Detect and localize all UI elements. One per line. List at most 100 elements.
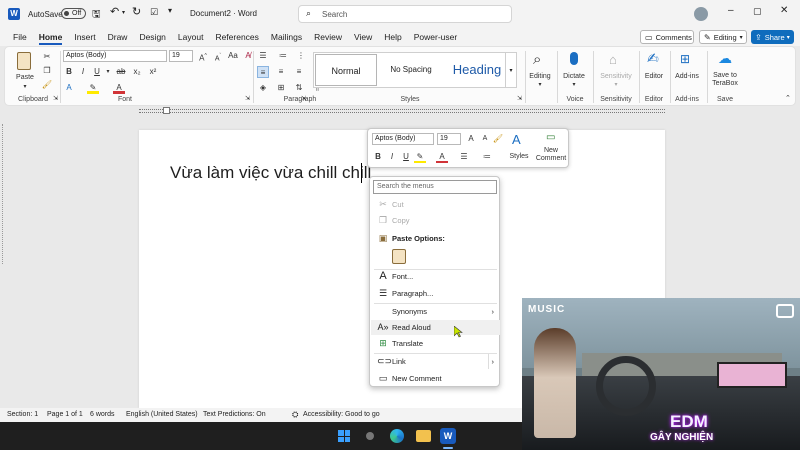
menu-cut[interactable]: ✂ Cut bbox=[371, 197, 500, 212]
strikethrough-icon[interactable]: ab bbox=[115, 66, 127, 78]
save-to-terabox-button[interactable]: ☁ Save to TeraBox bbox=[709, 50, 741, 92]
redo-icon[interactable]: ↻ bbox=[132, 5, 141, 18]
bold-icon[interactable]: B bbox=[63, 66, 75, 78]
editor-button[interactable]: ✍ Editor bbox=[641, 50, 667, 92]
video-overlay[interactable]: MUSIC EDM GÂY NGHIỆN bbox=[522, 298, 800, 450]
tab-design[interactable]: Design bbox=[133, 29, 171, 46]
format-painter-icon[interactable]: 🖌 bbox=[492, 133, 504, 145]
word-taskbar-icon[interactable]: W bbox=[440, 428, 456, 444]
new-comment-button[interactable]: ▭ New Comment bbox=[534, 131, 568, 167]
search-box[interactable]: ⌕ Search bbox=[298, 5, 512, 23]
font-size-field[interactable]: 19 bbox=[169, 50, 193, 62]
comments-button[interactable]: ▭ Comments bbox=[640, 30, 694, 44]
italic-icon[interactable]: I bbox=[77, 66, 89, 78]
save-icon[interactable]: 🖫 bbox=[92, 7, 101, 24]
tab-home[interactable]: Home bbox=[33, 29, 69, 46]
style-no-spacing[interactable]: No Spacing bbox=[380, 54, 442, 86]
tab-power-user[interactable]: Power-user bbox=[408, 29, 463, 46]
italic-icon[interactable]: I bbox=[386, 151, 398, 163]
customize-qat-icon[interactable]: ▾ bbox=[168, 6, 172, 15]
numbering-icon[interactable]: ≔ bbox=[277, 50, 289, 62]
clipboard-launcher-icon[interactable]: ⇲ bbox=[53, 95, 58, 102]
menu-read-aloud[interactable]: A» Read Aloud bbox=[371, 320, 500, 335]
copy-icon[interactable]: ❐ bbox=[41, 65, 53, 77]
chevron-down-icon[interactable]: ▾ bbox=[102, 66, 114, 78]
align-center-icon[interactable]: ≡ bbox=[275, 66, 287, 78]
status-section[interactable]: Section: 1 bbox=[7, 411, 38, 418]
font-color-icon[interactable]: A bbox=[436, 151, 448, 163]
menu-search-field[interactable]: Search the menus bbox=[373, 180, 497, 194]
bullets-icon[interactable]: ☰ bbox=[257, 50, 269, 62]
subscript-icon[interactable]: x₂ bbox=[131, 66, 143, 78]
underline-icon[interactable]: U bbox=[400, 151, 412, 163]
text-effects-icon[interactable]: A bbox=[63, 82, 75, 94]
undo-icon[interactable]: ↶ bbox=[110, 5, 119, 18]
horizontal-ruler[interactable] bbox=[0, 106, 800, 116]
highlight-icon[interactable]: ✎ bbox=[414, 151, 426, 163]
editing-mode-button[interactable]: ✎ Editing ▾ bbox=[699, 30, 747, 44]
collapse-ribbon-icon[interactable]: ⌃ bbox=[785, 94, 791, 102]
indent-marker[interactable] bbox=[163, 107, 170, 114]
status-language[interactable]: English (United States) bbox=[126, 411, 198, 418]
avatar[interactable] bbox=[694, 7, 708, 21]
menu-link[interactable]: ⊂⊃ Link › bbox=[371, 354, 500, 369]
dictate-button[interactable]: Dictate ▾ bbox=[560, 50, 588, 92]
mini-font-field[interactable]: Aptos (Body) bbox=[372, 133, 434, 145]
styles-launcher-icon[interactable]: ⇲ bbox=[517, 95, 522, 102]
format-painter-icon[interactable]: ☑ bbox=[150, 7, 158, 18]
search-taskbar-icon[interactable] bbox=[366, 432, 374, 440]
status-accessibility[interactable]: Accessibility: Good to go bbox=[303, 411, 380, 418]
shrink-font-icon[interactable]: A bbox=[479, 133, 491, 145]
change-case-icon[interactable]: Aa bbox=[227, 50, 239, 62]
grow-font-icon[interactable]: A bbox=[465, 133, 477, 145]
multilevel-list-icon[interactable]: ⋮ bbox=[295, 50, 307, 62]
numbering-icon[interactable]: ≔ bbox=[481, 151, 493, 163]
shrink-font-icon[interactable]: Aˇ bbox=[212, 50, 224, 62]
status-predictions[interactable]: Text Predictions: On bbox=[203, 411, 266, 418]
paragraph-launcher-icon[interactable]: ⇲ bbox=[301, 95, 306, 102]
windows-start-icon[interactable] bbox=[338, 430, 350, 442]
grow-font-icon[interactable]: A^ bbox=[197, 50, 209, 63]
menu-synonyms[interactable]: Synonyms › bbox=[371, 304, 500, 319]
status-page[interactable]: Page 1 of 1 bbox=[47, 411, 83, 418]
format-painter-icon[interactable]: 🖌 bbox=[41, 79, 53, 91]
sort-icon[interactable]: ⇅ bbox=[293, 82, 305, 94]
addins-button[interactable]: ⊞ Add-ins bbox=[672, 50, 702, 92]
bullets-icon[interactable]: ☰ bbox=[458, 151, 470, 163]
close-icon[interactable]: ✕ bbox=[780, 5, 788, 16]
menu-translate[interactable]: ⊞ Translate bbox=[371, 336, 500, 351]
tab-review[interactable]: Review bbox=[308, 29, 348, 46]
menu-paragraph[interactable]: ☰ Paragraph... bbox=[371, 286, 500, 301]
highlight-icon[interactable]: ✎ bbox=[87, 82, 99, 94]
superscript-icon[interactable]: x² bbox=[147, 66, 159, 78]
tab-file[interactable]: File bbox=[7, 29, 33, 46]
font-name-field[interactable]: Aptos (Body) bbox=[63, 50, 167, 62]
tab-layout[interactable]: Layout bbox=[172, 29, 210, 46]
paste-keep-text-icon[interactable] bbox=[392, 249, 406, 264]
styles-more-button[interactable]: ▾ bbox=[505, 52, 517, 88]
font-color-icon[interactable]: A bbox=[113, 82, 125, 94]
align-right-icon[interactable]: ≡ bbox=[293, 66, 305, 78]
undo-dropdown-icon[interactable]: ▾ bbox=[122, 9, 125, 16]
style-normal[interactable]: Normal bbox=[315, 54, 377, 86]
tab-mailings[interactable]: Mailings bbox=[265, 29, 308, 46]
tab-references[interactable]: References bbox=[209, 29, 264, 46]
style-heading[interactable]: Heading bbox=[444, 54, 510, 86]
font-launcher-icon[interactable]: ⇲ bbox=[245, 95, 250, 102]
align-left-icon[interactable]: ≡ bbox=[257, 66, 269, 78]
styles-button[interactable]: A Styles bbox=[506, 131, 532, 167]
maximize-icon[interactable]: ▢ bbox=[753, 6, 762, 17]
menu-font[interactable]: A Font... bbox=[371, 269, 500, 284]
status-words[interactable]: 6 words bbox=[90, 411, 115, 418]
cut-icon[interactable]: ✂ bbox=[41, 51, 53, 63]
file-explorer-icon[interactable] bbox=[416, 430, 431, 442]
bold-icon[interactable]: B bbox=[372, 151, 384, 163]
autosave-toggle[interactable]: Off bbox=[61, 8, 86, 19]
document-text[interactable]: Vừa làm việc vừa chill chill bbox=[170, 163, 371, 183]
vertical-ruler[interactable] bbox=[2, 124, 6, 264]
minimize-icon[interactable]: – bbox=[728, 5, 734, 16]
borders-icon[interactable]: ⊞ bbox=[275, 82, 287, 94]
menu-new-comment[interactable]: ▭ New Comment bbox=[371, 371, 500, 386]
sensitivity-button[interactable]: ⌂ Sensitivity ▾ bbox=[595, 50, 637, 92]
chevron-right-icon[interactable]: › bbox=[487, 354, 494, 369]
